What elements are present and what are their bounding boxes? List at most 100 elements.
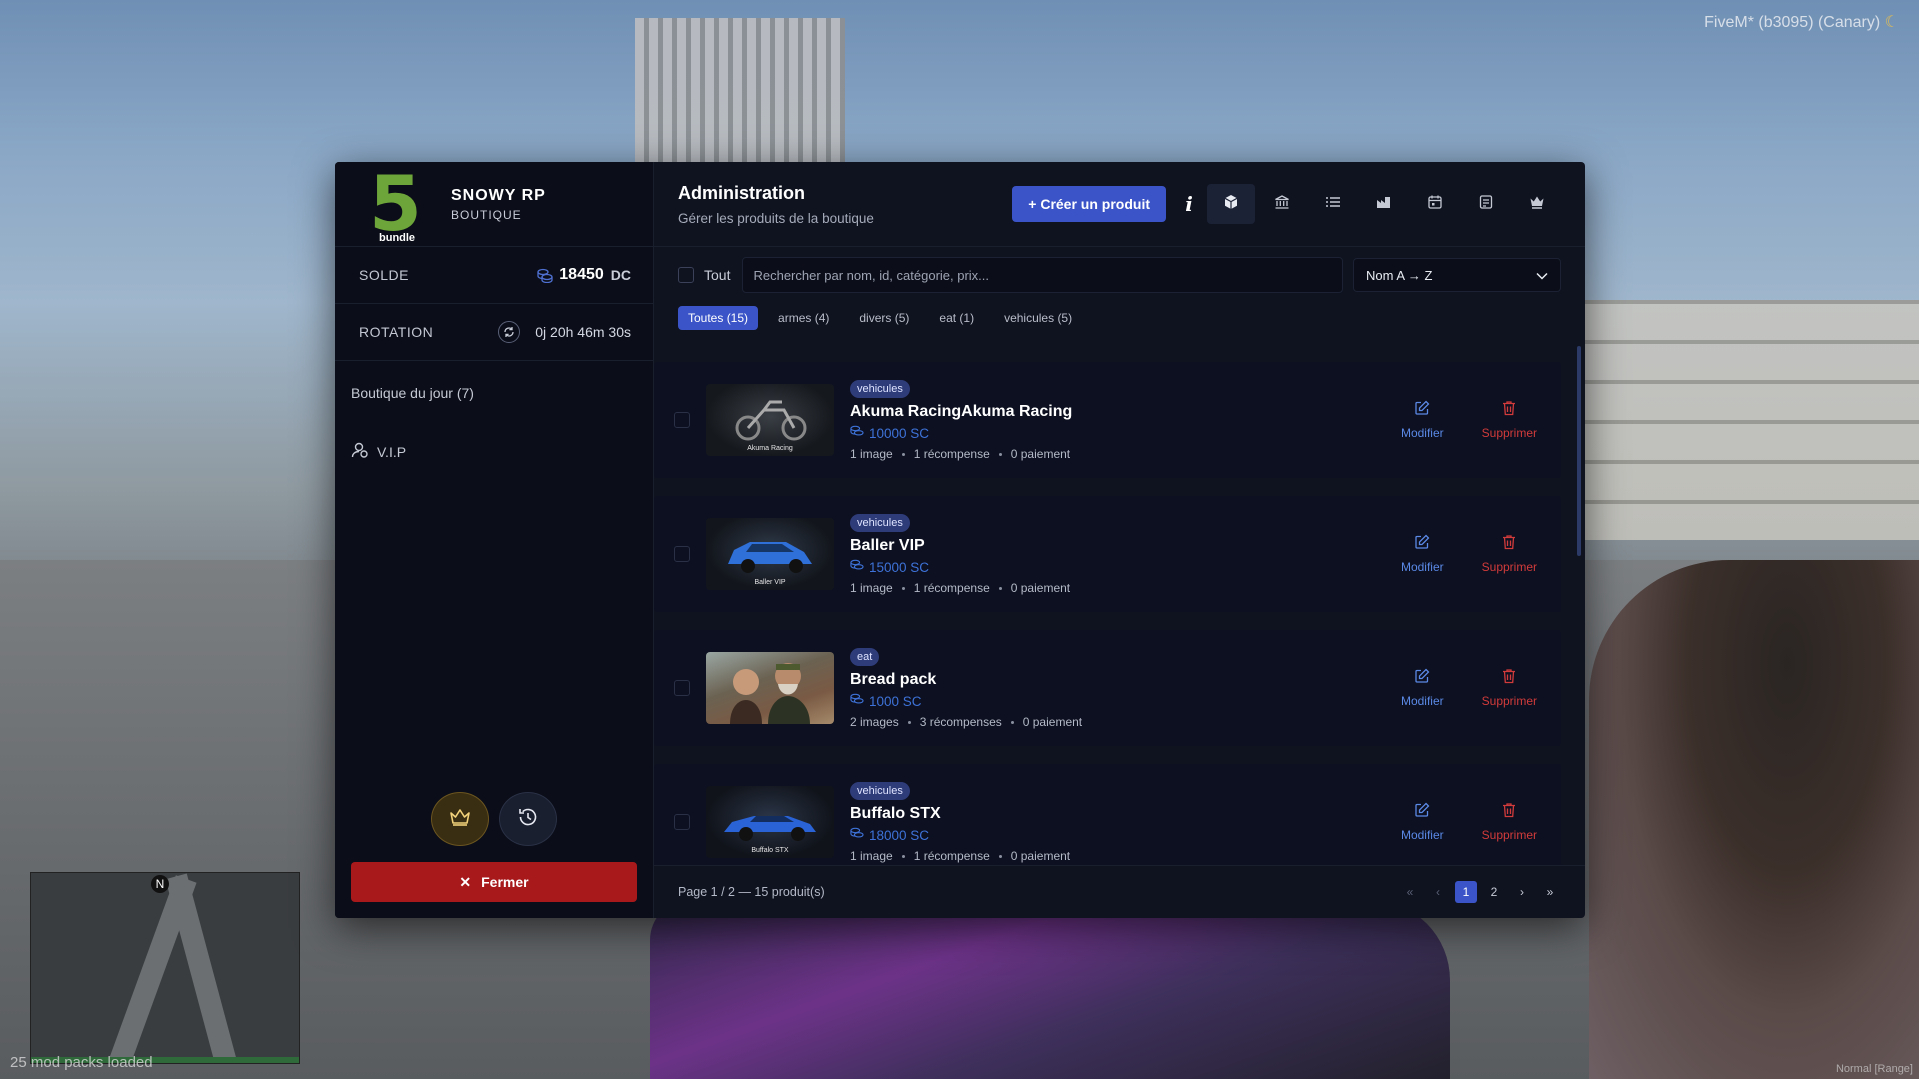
product-price-value: 15000 SC [869, 559, 930, 575]
fivem-build-label: FiveM* (b3095) (Canary) ☾ [1704, 12, 1899, 32]
product-checkbox[interactable] [674, 680, 690, 696]
sidebar-item-vip[interactable]: V.I.P [351, 435, 637, 468]
category-badge: vehicules [850, 514, 910, 532]
trash-icon [1502, 400, 1516, 419]
select-all-checkbox[interactable] [678, 267, 694, 283]
product-info: eat Bread pack 1000 SC 2 images 3 récomp… [850, 647, 1401, 729]
sidebar-bottom-actions: ✕ Fermer [335, 792, 653, 902]
tool-vip-button[interactable] [1513, 184, 1561, 224]
rotation-timer: 0j 20h 46m 30s [535, 324, 631, 340]
delete-button[interactable]: Supprimer [1482, 802, 1537, 842]
separator-dot [901, 452, 905, 456]
pagination-footer: Page 1 / 2 — 15 produit(s) « ‹ 1 2 › » [654, 865, 1585, 918]
crown-icon [1529, 194, 1545, 215]
sort-select[interactable]: Nom A → Z [1353, 258, 1561, 292]
edit-button[interactable]: Modifier [1401, 802, 1444, 842]
shop-admin-panel: 5 bundle SNOWY RP BOUTIQUE SOLDE 18450 D… [335, 162, 1585, 918]
close-icon: ✕ [459, 873, 472, 890]
delete-button[interactable]: Supprimer [1482, 668, 1537, 708]
prev-page-button[interactable]: ‹ [1427, 881, 1449, 903]
trash-icon [1502, 802, 1516, 821]
product-checkbox[interactable] [674, 412, 690, 428]
page-button-1[interactable]: 1 [1455, 881, 1477, 903]
rotation-row: ROTATION 0j 20h 46m 30s [335, 304, 653, 361]
product-price: 18000 SC [850, 827, 1401, 843]
tab-all[interactable]: Toutes (15) [678, 306, 759, 330]
voice-range-status: Normal [Range] [1835, 1063, 1913, 1075]
product-meta: 2 images 3 récompenses 0 paiement [850, 715, 1401, 729]
product-checkbox[interactable] [674, 546, 690, 562]
filter-row: Tout Nom A → Z [654, 247, 1585, 303]
close-button[interactable]: ✕ Fermer [351, 862, 637, 902]
product-list-scrollbar[interactable] [1577, 346, 1581, 556]
page-info: Page 1 / 2 — 15 produit(s) [678, 885, 825, 899]
page-button-2[interactable]: 2 [1483, 881, 1505, 903]
image-count: 1 image [850, 849, 893, 863]
history-icon [517, 806, 539, 833]
info-button[interactable]: i [1174, 186, 1204, 222]
last-page-button[interactable]: » [1539, 881, 1561, 903]
minimap-north-marker: N [151, 875, 169, 893]
search-input[interactable] [742, 257, 1343, 293]
next-page-button[interactable]: › [1511, 881, 1533, 903]
list-item: eat Bread pack 1000 SC 2 images 3 récomp… [654, 630, 1561, 746]
reward-count: 3 récompenses [919, 715, 1002, 729]
image-count: 1 image [850, 581, 893, 595]
tool-list-button[interactable] [1309, 184, 1357, 224]
sidebar: 5 bundle SNOWY RP BOUTIQUE SOLDE 18450 D… [335, 162, 654, 918]
product-price: 1000 SC [850, 693, 1401, 709]
delete-button[interactable]: Supprimer [1482, 534, 1537, 574]
product-checkbox[interactable] [674, 814, 690, 830]
cube-icon [1223, 194, 1239, 215]
category-badge: vehicules [850, 380, 910, 398]
product-price: 10000 SC [850, 425, 1401, 441]
separator-dot [901, 586, 905, 590]
first-page-button[interactable]: « [1399, 881, 1421, 903]
separator-dot [1010, 720, 1014, 724]
vip-crown-button[interactable] [431, 792, 489, 846]
tool-logs-button[interactable] [1462, 184, 1510, 224]
tool-calendar-button[interactable] [1411, 184, 1459, 224]
mod-packs-status: 25 mod packs loaded [10, 1054, 153, 1071]
balance-unit: DC [610, 267, 631, 283]
tab-weapons[interactable]: armes (4) [768, 306, 839, 330]
list-item: Akuma Racing vehicules Akuma RacingAkuma… [654, 362, 1561, 478]
tab-vehicles[interactable]: vehicules (5) [994, 306, 1082, 330]
reward-count: 1 récompense [913, 581, 990, 595]
thumbnail-caption: Baller VIP [754, 579, 786, 586]
sidebar-item-daily-shop[interactable]: Boutique du jour (7) [351, 379, 637, 407]
create-product-button[interactable]: + Créer un produit [1012, 186, 1166, 222]
product-thumbnail: Buffalo STX [706, 786, 834, 858]
minimap: N [30, 872, 300, 1064]
tool-bank-button[interactable] [1258, 184, 1306, 224]
separator-dot [998, 854, 1002, 858]
edit-button[interactable]: Modifier [1401, 668, 1444, 708]
coins-icon [850, 559, 864, 575]
product-thumbnail [706, 652, 834, 724]
delete-button[interactable]: Supprimer [1482, 400, 1537, 440]
history-button[interactable] [499, 792, 557, 846]
trash-icon [1502, 534, 1516, 553]
bank-icon [1274, 194, 1290, 215]
list-icon [1325, 194, 1341, 215]
tool-products-button[interactable] [1207, 184, 1255, 224]
list-item: Baller VIP vehicules Baller VIP 15000 SC… [654, 496, 1561, 612]
sidebar-nav: Boutique du jour (7) V.I.P [335, 361, 653, 514]
edit-button[interactable]: Modifier [1401, 534, 1444, 574]
characters-photo [730, 663, 810, 724]
edit-button[interactable]: Modifier [1401, 400, 1444, 440]
user-badge-icon [351, 441, 369, 462]
tab-misc[interactable]: divers (5) [849, 306, 919, 330]
background-building-right [1529, 300, 1919, 540]
page-title: Administration [678, 182, 806, 203]
crown-icon [449, 807, 471, 832]
edit-label: Modifier [1400, 426, 1444, 440]
chevron-down-icon [1536, 268, 1548, 283]
balance-row: SOLDE 18450 DC [335, 247, 653, 304]
tool-stats-button[interactable] [1360, 184, 1408, 224]
delete-label: Supprimer [1481, 560, 1537, 574]
category-badge: eat [850, 648, 880, 666]
tab-eat[interactable]: eat (1) [929, 306, 984, 330]
category-badge: vehicules [850, 782, 910, 800]
product-actions: Modifier Supprimer [1401, 534, 1537, 574]
